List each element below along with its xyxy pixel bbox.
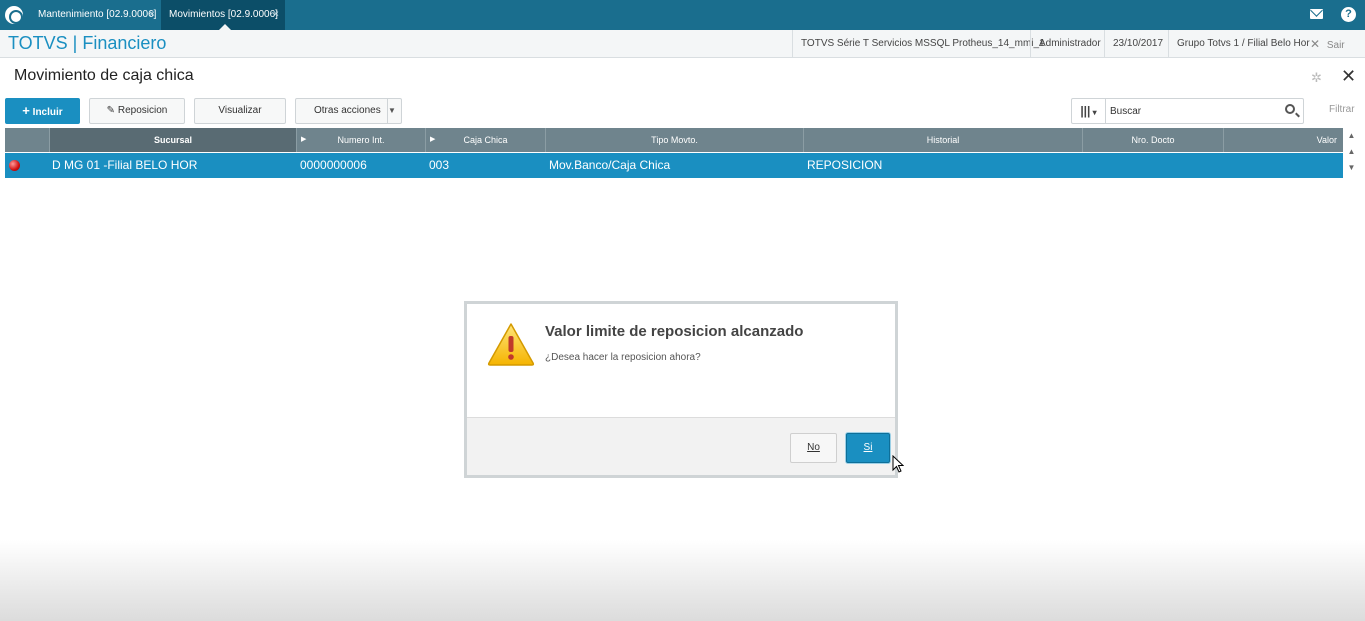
- exit-label: Sair: [1326, 40, 1345, 51]
- tab-label: Movimientos [02.9.0006]: [169, 9, 278, 20]
- column-label: Caja Chica: [463, 135, 508, 145]
- dialog-message: ¿Desea hacer la reposicion ahora?: [545, 352, 701, 363]
- mouse-cursor-icon: [892, 455, 904, 473]
- otras-acciones-button[interactable]: Otras acciones ▼: [295, 98, 402, 124]
- environment-info: TOTVS Série T Servicios MSSQL Protheus_1…: [792, 30, 1053, 58]
- user-info: Administrador: [1030, 30, 1109, 58]
- close-tab-icon[interactable]: ×: [273, 0, 279, 30]
- status-red-icon: [9, 160, 20, 171]
- bottom-fade: [0, 540, 1365, 621]
- column-header-caja-chica[interactable]: ▶ Caja Chica: [426, 128, 546, 152]
- column-label: Numero Int.: [337, 135, 385, 145]
- table-row[interactable]: D MG 01 -Filial BELO HOR 0000000006 003 …: [5, 153, 1343, 178]
- otras-acciones-label: Otras acciones: [314, 105, 381, 116]
- include-button[interactable]: + Incluir: [5, 98, 80, 124]
- dialog-title: Valor limite de reposicion alcanzado: [545, 323, 804, 340]
- column-header-sucursal[interactable]: Sucursal: [50, 128, 297, 152]
- close-tab-icon[interactable]: ×: [149, 0, 155, 30]
- tab-movimientos[interactable]: Movimientos [02.9.0006] ×: [161, 0, 285, 30]
- close-icon: ✕: [1310, 37, 1321, 51]
- search-icon[interactable]: [1285, 104, 1295, 114]
- totvs-logo-icon[interactable]: [5, 6, 23, 24]
- column-header-nro-docto[interactable]: Nro. Docto: [1083, 128, 1224, 152]
- reposicion-button[interactable]: ✎ Reposicion: [89, 98, 185, 124]
- column-header-historial[interactable]: Historial: [804, 128, 1083, 152]
- search-input[interactable]: [1110, 102, 1270, 120]
- reposicion-label: Reposicion: [117, 105, 168, 116]
- exit-button[interactable]: ✕ Sair: [1310, 30, 1345, 58]
- include-label: Incluir: [32, 107, 63, 118]
- dialog-footer: No Si: [467, 417, 895, 475]
- tab-label: Mantenimiento [02.9.0006]: [38, 9, 157, 20]
- visualizar-label: Visualizar: [218, 105, 262, 116]
- column-header-numero-int[interactable]: ▶ Numero Int.: [297, 128, 426, 152]
- filter-link[interactable]: Filtrar: [1329, 104, 1355, 115]
- tab-mantenimiento[interactable]: Mantenimiento [02.9.0006] ×: [30, 0, 161, 30]
- page-title: Movimiento de caja chica: [14, 67, 194, 84]
- no-label: No: [807, 442, 820, 453]
- warning-dialog: Valor limite de reposicion alcanzado ¿De…: [464, 301, 898, 478]
- app-header: TOTVS | Financiero TOTVS Série T Servici…: [0, 30, 1365, 58]
- warning-icon: [487, 323, 535, 366]
- help-icon[interactable]: ?: [1341, 7, 1356, 22]
- group-info: Grupo Totvs 1 / Filial Belo Hor: [1168, 30, 1318, 58]
- cell-tipo-movto: Mov.Banco/Caja Chica: [549, 158, 671, 172]
- search-box: ||| ▾: [1071, 98, 1304, 124]
- scroll-down-icon[interactable]: ▼: [1344, 160, 1359, 176]
- cell-sucursal: D MG 01 -Filial BELO HOR: [52, 158, 198, 172]
- scroll-top-icon[interactable]: ▲: [1344, 128, 1359, 144]
- plus-icon: +: [22, 103, 30, 118]
- pencil-icon: ✎: [106, 105, 116, 116]
- si-button[interactable]: Si: [846, 433, 890, 463]
- gear-icon[interactable]: ✲: [1311, 70, 1322, 86]
- mail-icon[interactable]: [1310, 9, 1323, 19]
- cell-historial: REPOSICION: [807, 158, 883, 172]
- chevron-down-icon[interactable]: ▼: [387, 99, 401, 123]
- app-brand: TOTVS | Financiero: [8, 33, 167, 53]
- close-page-icon[interactable]: ✕: [1341, 66, 1356, 87]
- cell-numero-int: 0000000006: [300, 158, 367, 172]
- column-arrow-icon: ▶: [430, 136, 436, 143]
- no-button[interactable]: No: [790, 433, 837, 463]
- cell-caja-chica: 003: [429, 158, 450, 172]
- column-header-tipo-movto[interactable]: Tipo Movto.: [546, 128, 804, 152]
- visualizar-button[interactable]: Visualizar: [194, 98, 286, 124]
- si-label: Si: [863, 442, 873, 453]
- date-info: 23/10/2017: [1104, 30, 1171, 58]
- grid-header: Sucursal ▶ Numero Int. ▶ Caja Chica Tipo M…: [5, 128, 1343, 152]
- status-column-header: [5, 128, 50, 152]
- column-header-valor[interactable]: Valor: [1224, 128, 1343, 152]
- grid-scrollbar[interactable]: ▲ ▲ ▼: [1344, 128, 1359, 188]
- column-arrow-icon: ▶: [301, 136, 307, 143]
- columns-selector-icon[interactable]: ||| ▾: [1072, 99, 1106, 123]
- scroll-up-icon[interactable]: ▲: [1344, 144, 1359, 160]
- top-tab-bar: Mantenimiento [02.9.0006] × Movimientos …: [0, 0, 1365, 30]
